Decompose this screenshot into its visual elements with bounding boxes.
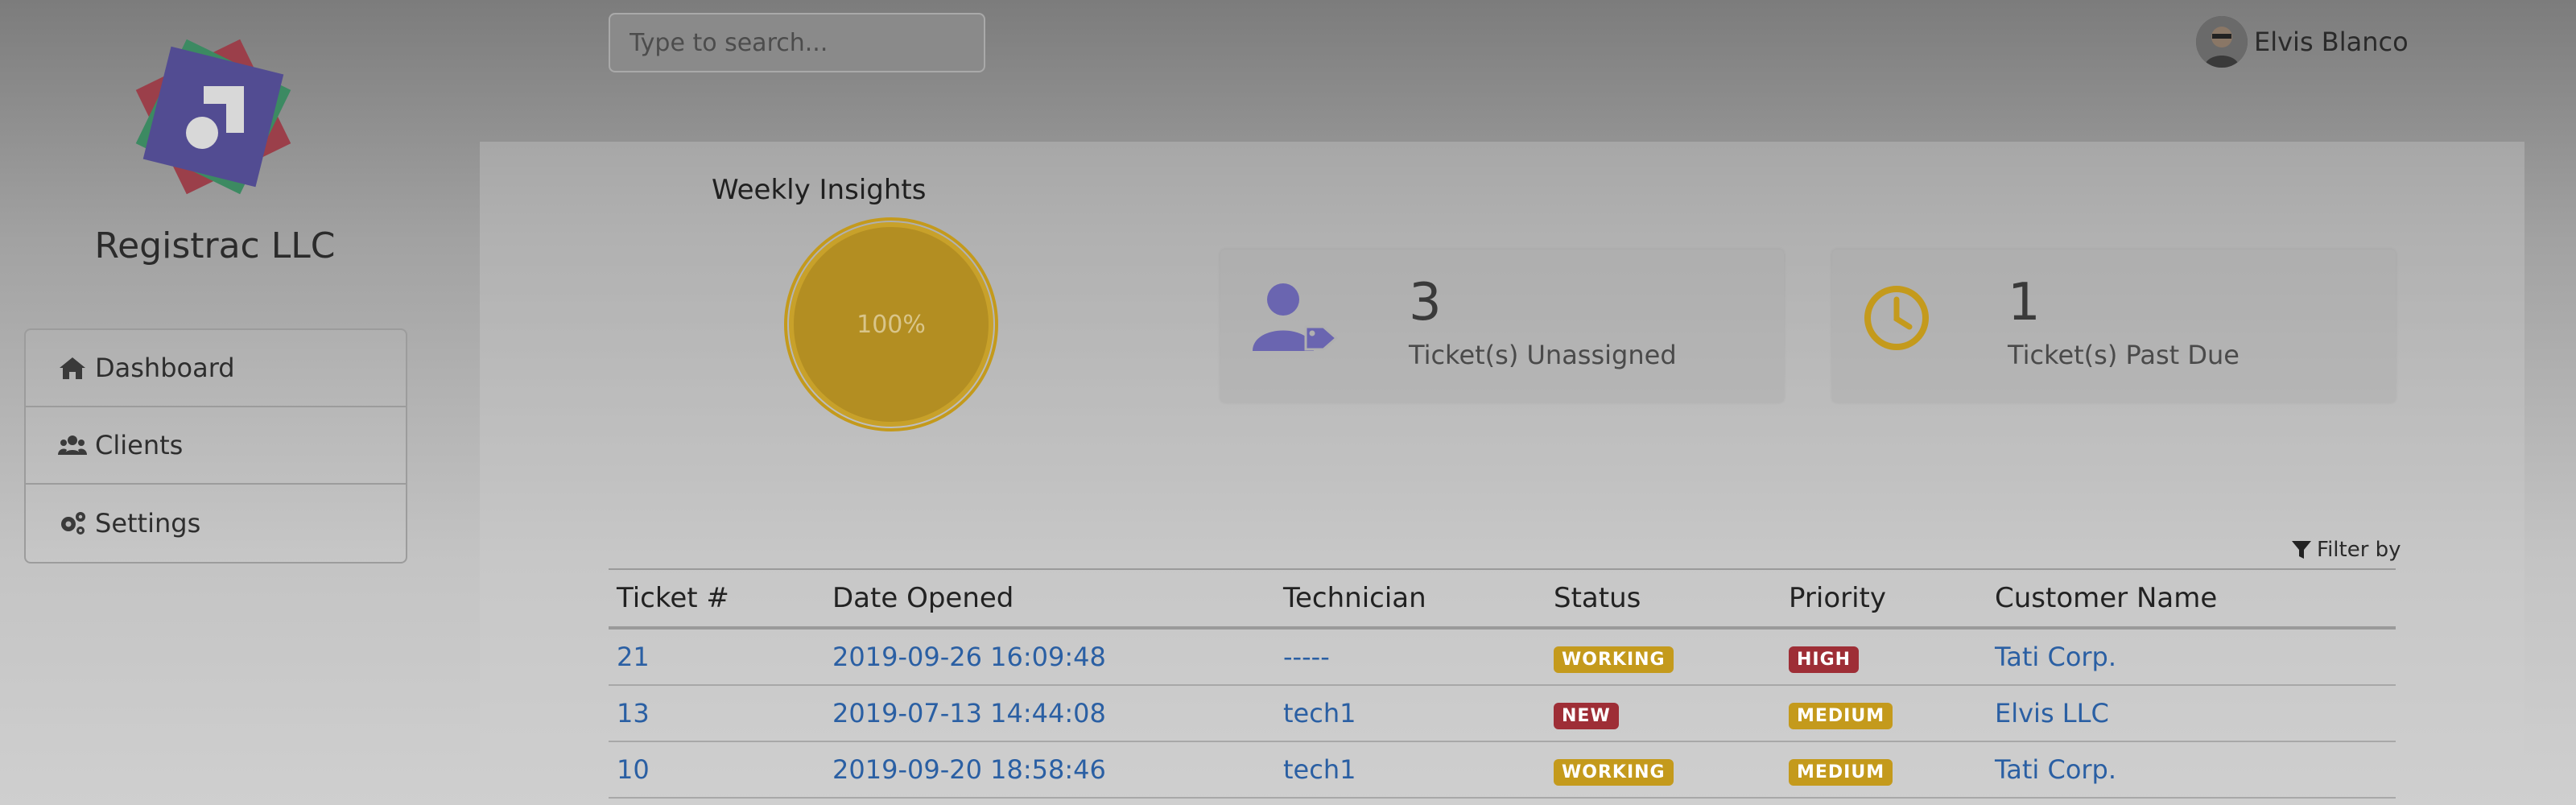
priority-badge: MEDIUM: [1789, 703, 1893, 729]
stat-card-past-due[interactable]: 1 Ticket(s) Past Due: [1832, 250, 2396, 402]
cogs-icon: [61, 512, 85, 535]
company-name: Registrac LLC: [94, 225, 336, 266]
user-name: Elvis Blanco: [2254, 27, 2409, 57]
status-badge: WORKING: [1554, 759, 1674, 786]
avatar: [2196, 16, 2248, 68]
stat-card-unassigned[interactable]: 3 Ticket(s) Unassigned: [1220, 250, 1784, 402]
user-tag-icon: [1253, 283, 1339, 351]
clock-icon: [1864, 286, 1929, 350]
table-row: 13 2019-07-13 14:44:08 tech1 NEW MEDIUM …: [609, 685, 2396, 742]
priority-badge: HIGH: [1789, 646, 1860, 673]
sidebar-item-clients[interactable]: Clients: [26, 407, 406, 485]
stat-value: 1: [2008, 273, 2041, 332]
tickets-table: Ticket # Date Opened Technician Status P…: [609, 568, 2396, 799]
status-badge: NEW: [1554, 703, 1619, 729]
stat-label: Ticket(s) Past Due: [2008, 340, 2240, 370]
sidebar-item-dashboard[interactable]: Dashboard: [26, 330, 406, 407]
stat-value: 3: [1409, 273, 1442, 332]
filter-button[interactable]: Filter by: [2291, 538, 2401, 562]
priority-badge: MEDIUM: [1789, 759, 1893, 786]
ticket-number-link[interactable]: 21: [609, 628, 824, 686]
sidebar-nav: Dashboard Clients Settings: [24, 328, 407, 564]
column-header[interactable]: Date Opened: [824, 568, 1275, 630]
stat-label: Ticket(s) Unassigned: [1409, 340, 1677, 370]
column-header[interactable]: Customer Name: [1987, 568, 2396, 630]
sidebar-item-settings[interactable]: Settings: [26, 485, 406, 562]
sidebar-item-label: Settings: [95, 508, 201, 539]
table-row: 21 2019-09-26 16:09:48 ----- WORKING HIG…: [609, 628, 2396, 686]
sidebar-item-label: Clients: [95, 430, 184, 460]
user-menu[interactable]: Elvis Blanco: [2196, 16, 2409, 68]
filter-label: Filter by: [2317, 538, 2401, 562]
insights-title: Weekly Insights: [712, 174, 927, 206]
date-opened-link[interactable]: 2019-09-26 16:09:48: [824, 628, 1275, 686]
users-icon: [58, 436, 87, 455]
technician-link[interactable]: -----: [1275, 628, 1546, 686]
technician-link[interactable]: tech1: [1275, 685, 1546, 742]
home-icon: [60, 357, 85, 379]
search-input[interactable]: [609, 13, 985, 72]
date-opened-link[interactable]: 2019-09-20 18:58:46: [824, 741, 1275, 799]
customer-link[interactable]: Tati Corp.: [1987, 741, 2396, 799]
technician-link[interactable]: tech1: [1275, 741, 1546, 799]
ticket-number-link[interactable]: 13: [609, 685, 824, 742]
customer-link[interactable]: Elvis LLC: [1987, 685, 2396, 742]
company-logo: [135, 39, 291, 195]
ticket-number-link[interactable]: 10: [609, 741, 824, 799]
column-header[interactable]: Technician: [1275, 568, 1546, 630]
sidebar-item-label: Dashboard: [95, 353, 235, 383]
column-header[interactable]: Ticket #: [609, 568, 824, 630]
table-row: 10 2019-09-20 18:58:46 tech1 WORKING MED…: [609, 741, 2396, 799]
customer-link[interactable]: Tati Corp.: [1987, 628, 2396, 686]
date-opened-link[interactable]: 2019-07-13 14:44:08: [824, 685, 1275, 742]
column-header[interactable]: Priority: [1781, 568, 1987, 630]
table-header-row: Ticket # Date Opened Technician Status P…: [609, 568, 2396, 630]
status-badge: WORKING: [1554, 646, 1674, 673]
column-header[interactable]: Status: [1546, 568, 1781, 630]
gauge-value: 100%: [857, 310, 926, 339]
filter-icon: [2292, 541, 2311, 559]
